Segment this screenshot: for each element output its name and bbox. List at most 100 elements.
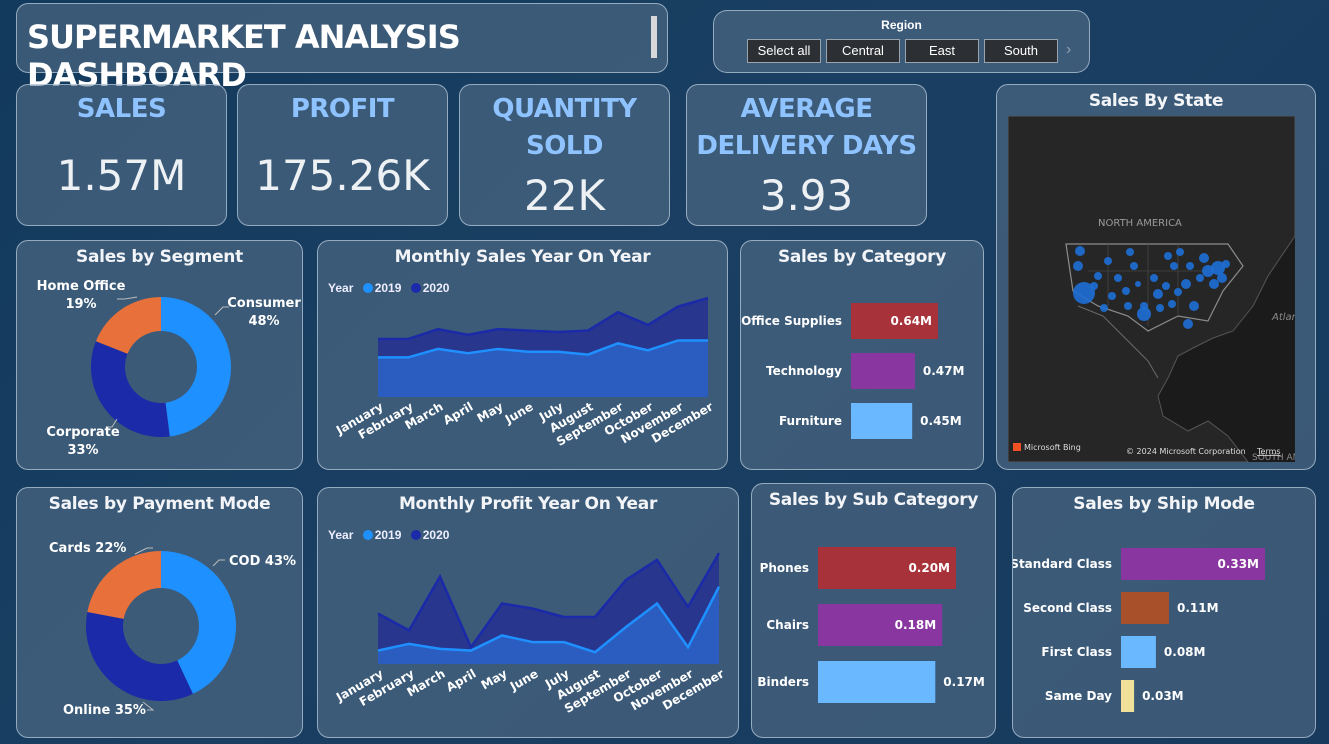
bar[interactable] [851,353,915,389]
map-canvas[interactable]: NORTH AMERICA Atlant SOUTH AME Microsoft… [1008,116,1295,462]
monthly-sales-card: Monthly Sales Year On Year Year 2019 202… [317,240,728,470]
bar-value-label: 0.45M [920,414,962,428]
state-sales-bubble[interactable] [1183,319,1193,329]
slicer-option-south[interactable]: South [984,39,1058,63]
x-tick-label: April [441,399,476,427]
bar-category-label: Office Supplies [741,314,842,328]
bar-value-label: 0.03M [1142,689,1184,703]
slice-label: Online 35% [63,703,146,718]
state-sales-bubble[interactable] [1124,302,1132,310]
state-sales-bubble[interactable] [1170,262,1178,270]
payment-card: Sales by Payment Mode COD 43% Online 35% C… [16,487,303,738]
state-sales-bubble[interactable] [1130,262,1138,270]
state-sales-bubble[interactable] [1104,257,1112,265]
slicer-option-east[interactable]: East [905,39,979,63]
chevron-right-icon[interactable]: › [1066,41,1071,59]
x-tick-label: June [502,399,536,426]
kpi-sales-value: 1.57M [56,151,187,200]
kpi-delivery-value: 3.93 [759,171,854,220]
slice-label: Corporate [46,425,120,440]
state-sales-bubble[interactable] [1156,304,1164,312]
x-tick-label: May [475,399,506,425]
bar[interactable] [1121,636,1156,668]
kpi-delivery: AVERAGE DELIVERY DAYS 3.93 [686,84,927,226]
copyright-label: © 2024 Microsoft Corporation [1126,447,1246,456]
slice-label: 19% [65,297,96,312]
state-sales-bubble[interactable] [1162,282,1170,290]
state-sales-bubble[interactable] [1075,246,1085,256]
bar[interactable] [818,661,936,703]
kpi-profit: PROFIT 175.26K [237,84,448,226]
land-shape [1008,116,1295,462]
state-sales-bubble[interactable] [1189,301,1199,311]
state-sales-bubble[interactable] [1153,289,1163,299]
slice-consumer[interactable] [161,297,232,437]
state-sales-bubble[interactable] [1114,274,1122,282]
state-sales-bubble[interactable] [1108,292,1116,300]
segment-card: Sales by Segment Consumer 48% Corporate 33%… [16,240,303,470]
bar-value-label: 0.11M [1177,601,1219,615]
slicer-option-select-all[interactable]: Select all [747,39,821,63]
state-sales-bubble[interactable] [1122,287,1130,295]
slice-cards[interactable] [87,551,161,619]
kpi-sales: SALES 1.57M [16,84,227,226]
slice-label: Home Office [37,279,126,294]
state-sales-bubble[interactable] [1094,272,1102,280]
bar-value-label: 0.33M [1217,557,1259,571]
kpi-quantity: QUANTITY SOLD 22K [459,84,670,226]
state-sales-bubble[interactable] [1222,260,1230,268]
state-sales-bubble[interactable] [1186,262,1194,270]
slice-label: Consumer [227,296,301,311]
state-sales-bubble[interactable] [1164,252,1172,260]
terms-link[interactable]: Terms [1256,447,1281,456]
leader-line [212,559,225,567]
slice-label: Cards 22% [49,541,126,556]
state-sales-bubble[interactable] [1137,307,1151,321]
shipmode-bar-chart: Standard Class 0.33M Second Class 0.11M Firs… [1013,548,1265,712]
page-title: SUPERMARKET ANALYSIS DASHBOARD [27,18,461,94]
slice-online[interactable] [85,611,193,701]
bar-value-label: 0.17M [943,675,985,689]
state-sales-bubble[interactable] [1168,300,1176,308]
slice-label: COD 43% [229,554,296,569]
kpi-profit-label: PROFIT [290,94,395,124]
slicer-option-central[interactable]: Central [826,39,900,63]
state-sales-bubble[interactable] [1150,274,1158,282]
ocean-label: Atlant [1271,312,1295,323]
state-sales-bubble[interactable] [1100,304,1108,312]
bar[interactable] [851,403,913,439]
state-sales-bubble[interactable] [1196,274,1204,282]
state-sales-bubble[interactable] [1217,273,1227,283]
category-card: Sales by Category Office Supplies 0.64M Te… [740,240,984,470]
state-sales-bubble[interactable] [1135,281,1141,287]
bar[interactable] [1121,592,1169,624]
state-sales-bubble[interactable] [1073,261,1083,271]
segment-donut-chart: Consumer 48% Corporate 33% Home Office 19% [37,279,302,458]
slice-label: 48% [248,314,279,329]
state-sales-bubble[interactable] [1199,253,1209,263]
state-sales-bubble[interactable] [1174,288,1182,296]
bar-value-label: 0.08M [1164,645,1206,659]
bar-value-label: 0.64M [890,314,932,328]
state-sales-bubble[interactable] [1090,282,1098,290]
x-tick-label: May [479,666,510,692]
state-sales-bubble[interactable] [1126,248,1134,256]
kpi-delivery-label-2: DELIVERY DAYS [696,131,917,161]
x-tick-label: April [444,666,479,694]
continent-label: NORTH AMERICA [1098,218,1182,229]
kpi-delivery-label-1: AVERAGE [740,94,873,124]
text-cursor [651,16,657,58]
shipmode-card: Sales by Ship Mode Standard Class 0.33M Se… [1012,487,1316,738]
state-sales-bubble[interactable] [1181,279,1191,289]
subcategory-bar-chart: Phones 0.20M Chairs 0.18M Binders 0.17M [757,547,985,703]
monthly-sales-area-chart: JanuaryFebruaryMarchApril MayJune JulyAugu… [333,296,716,449]
bar[interactable] [1121,680,1135,712]
leader-line [117,296,138,300]
slicer-title: Region [881,18,922,32]
kpi-profit-value: 175.26K [255,151,430,200]
x-tick-label: June [507,666,541,693]
state-sales-bubble[interactable] [1176,248,1184,256]
dashboard-title-card: SUPERMARKET ANALYSIS DASHBOARD [16,3,668,94]
state-sales-bubble[interactable] [1209,279,1219,289]
slice-corporate[interactable] [91,341,170,437]
